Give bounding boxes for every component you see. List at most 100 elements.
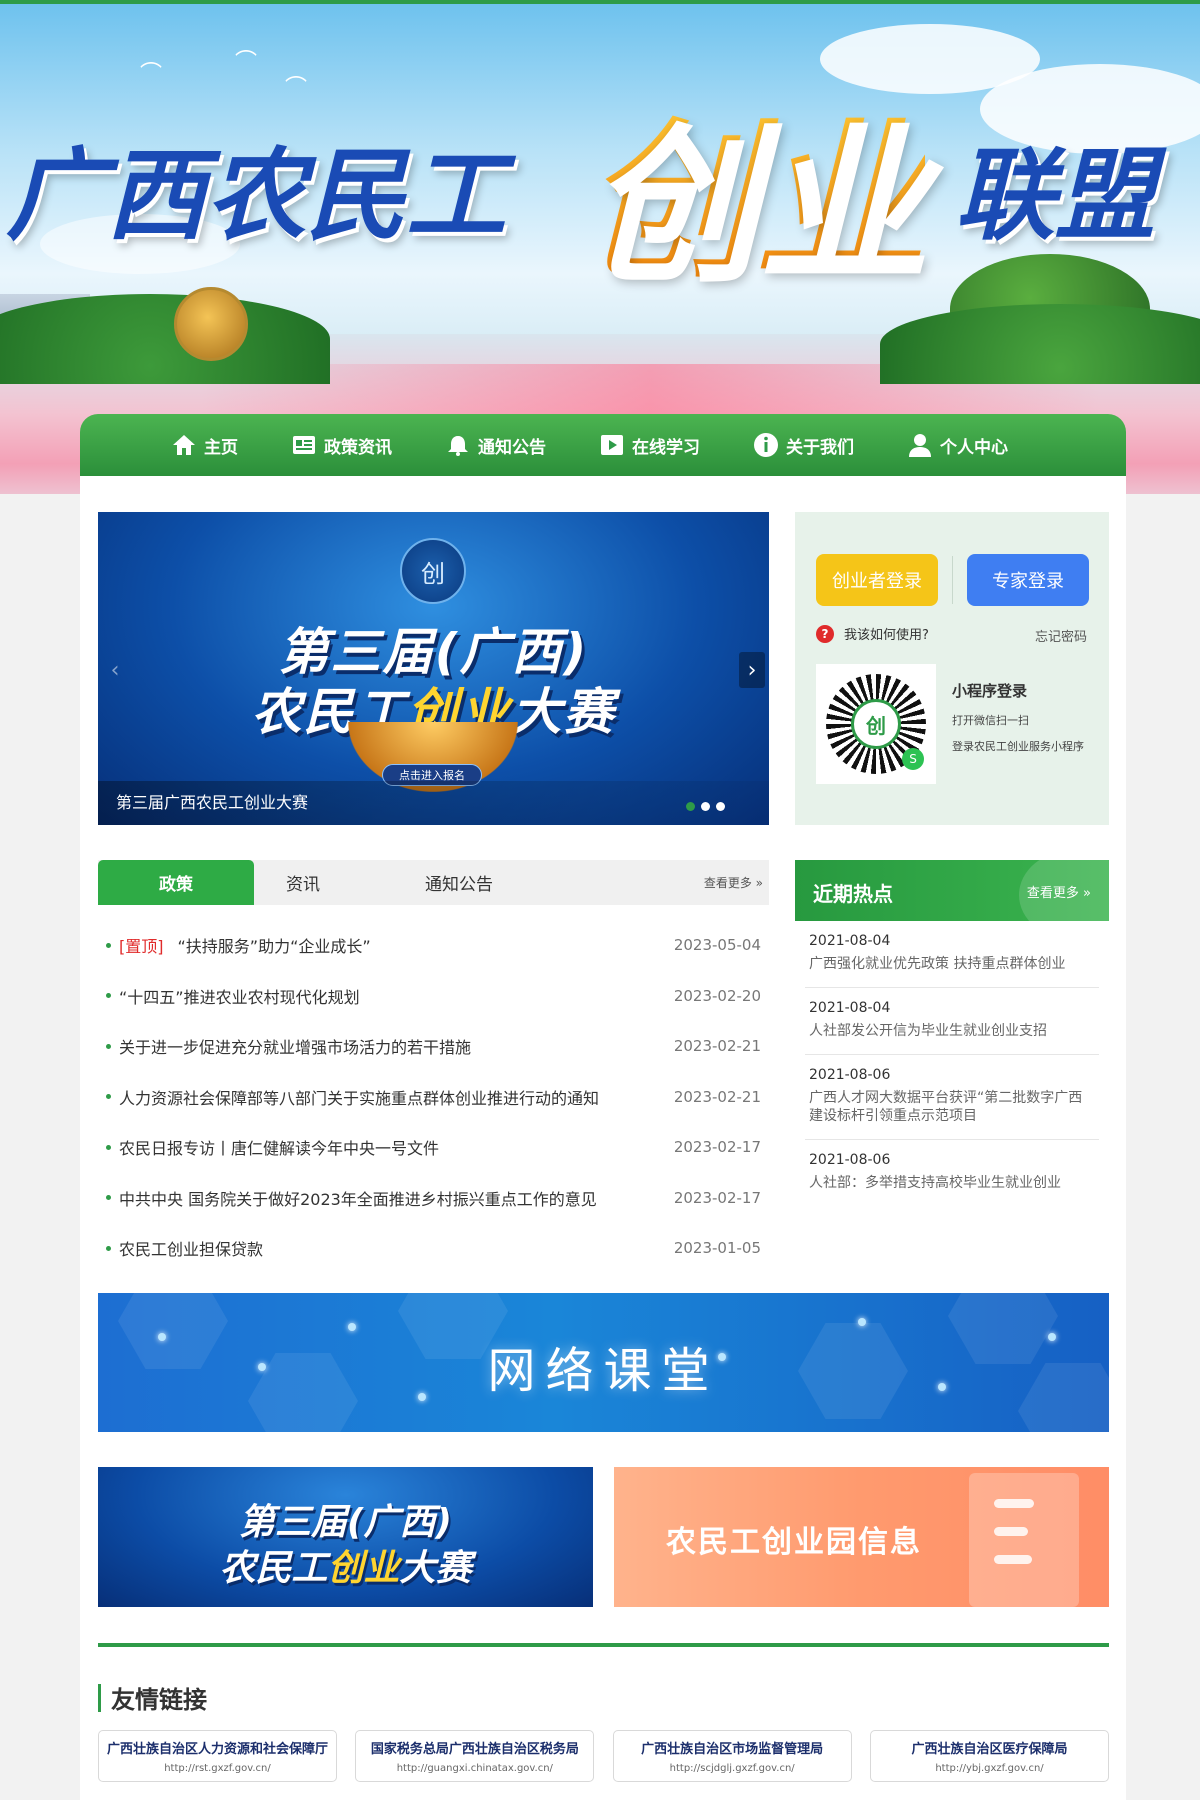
nav-label: 政策资讯	[324, 437, 392, 458]
news-title: “扶持服务”助力“企业成长”	[177, 937, 371, 957]
news-date: 2023-01-05	[673, 1239, 761, 1258]
friend-link-card[interactable]: 广西壮族自治区人力资源和社会保障厅 http://rst.gxzf.gov.cn…	[98, 1730, 337, 1782]
hot-title: 广西人才网大数据平台获评“第二批数字广西建设标杆引领重点示范项目	[809, 1090, 1083, 1124]
banner-title-highlight: 创业	[585, 64, 925, 310]
qr-logo-icon: 创	[851, 699, 901, 749]
login-panel: 创业者登录 专家登录 ? 我该如何使用? 忘记密码 创 S 小程序登录 打开微信…	[795, 512, 1109, 825]
carousel-dot[interactable]	[686, 802, 695, 811]
bullet-icon	[106, 1195, 111, 1201]
link-name: 国家税务总局广西壮族自治区税务局	[370, 1742, 579, 1757]
news-date: 2023-02-17	[673, 1188, 761, 1207]
document-line	[994, 1527, 1028, 1536]
list-item[interactable]: 2021-08-04 广西强化就业优先政策 扶持重点群体创业	[805, 921, 1099, 988]
nav-item-home[interactable]: 主页	[170, 431, 238, 459]
section-divider	[98, 1643, 1109, 1647]
nav-label: 关于我们	[786, 437, 854, 458]
friend-link-card[interactable]: 广西壮族自治区市场监督管理局 http://scjdglj.gxzf.gov.c…	[612, 1730, 852, 1782]
tab-notices[interactable]: 通知公告	[381, 860, 537, 905]
tab-news[interactable]: 资讯	[225, 860, 381, 905]
entrepreneurship-park-banner[interactable]: 农民工创业园信息	[614, 1467, 1109, 1607]
list-item[interactable]: “十四五”推进农业农村现代化规划 2023-02-20	[98, 971, 769, 1022]
document-icon	[969, 1473, 1079, 1607]
info-icon	[752, 431, 780, 459]
hot-topics-header: 近期热点 查看更多 »	[795, 860, 1109, 921]
carousel-dot[interactable]	[701, 802, 710, 811]
link-url: http://rst.gxzf.gov.cn/	[164, 1763, 271, 1774]
carousel-caption: 第三届广西农民工创业大赛	[116, 793, 309, 812]
nav-item-notices[interactable]: 通知公告	[444, 431, 546, 459]
news-date: 2023-02-21	[673, 1037, 761, 1056]
list-item[interactable]: 2021-08-04 人社部发公开信为毕业生就业创业支招	[805, 988, 1099, 1055]
link-url: http://scjdglj.gxzf.gov.cn/	[669, 1763, 795, 1774]
bullet-icon	[106, 1094, 111, 1100]
carousel-dot[interactable]	[716, 802, 725, 811]
news-title: 农民工创业担保贷款	[119, 1240, 264, 1260]
hot-date: 2021-08-06	[809, 1152, 891, 1168]
link-url: http://ybj.gxzf.gov.cn/	[935, 1763, 1044, 1774]
view-more-link[interactable]: 查看更多 »	[1027, 882, 1091, 901]
nav-item-policy-news[interactable]: 政策资讯	[290, 431, 392, 459]
contest-logo-icon: 创	[400, 538, 466, 604]
list-item[interactable]: 2021-08-06 人社部：多举措支持高校毕业生就业创业	[805, 1140, 1099, 1206]
news-date: 2023-02-17	[673, 1138, 761, 1157]
banner-title: 广西农民工 创业 联盟	[0, 84, 1200, 302]
banner-title-part-2: 联盟	[955, 136, 1155, 254]
nav-item-online-learning[interactable]: 在线学习	[598, 431, 700, 459]
hot-title: 人社部：多举措支持高校毕业生就业创业	[809, 1175, 1061, 1191]
divider	[952, 556, 953, 604]
list-item[interactable]: 2021-08-06 广西人才网大数据平台获评“第二批数字广西建设标杆引领重点示…	[805, 1055, 1099, 1140]
carousel-prev-arrow-icon[interactable]: ‹	[102, 652, 128, 688]
miniprogram-qr-code: 创 S	[816, 664, 936, 784]
news-list: [置顶] “扶持服务”助力“企业成长” 2023-05-04 “十四五”推进农业…	[98, 920, 769, 1274]
news-tabs: 政策 资讯 通知公告 查看更多 »	[98, 860, 769, 905]
hero-carousel[interactable]: 创 第三届(广西) 农民工创业大赛 点击进入报名 第三届广西农民工创业大赛 ‹ …	[98, 512, 769, 825]
bullet-icon	[106, 1245, 111, 1251]
help-link[interactable]: ? 我该如何使用?	[816, 624, 929, 643]
heading-accent	[98, 1683, 101, 1712]
miniprogram-instruction: 打开微信扫一扫	[952, 714, 1029, 727]
forgot-password-link[interactable]: 忘记密码	[1035, 626, 1087, 645]
bird-icon: ⌒	[235, 50, 258, 75]
nav-item-user-center[interactable]: 个人中心	[906, 431, 1008, 459]
classroom-title: 网络课堂	[487, 1343, 720, 1399]
friend-links-heading: 友情链接	[98, 1680, 207, 1715]
news-title: 农民日报专访丨唐仁健解读今年中央一号文件	[119, 1139, 440, 1159]
network-node	[348, 1323, 356, 1331]
friend-link-card[interactable]: 国家税务总局广西壮族自治区税务局 http://guangxi.chinatax…	[355, 1730, 595, 1782]
online-classroom-banner[interactable]: 网络课堂	[98, 1293, 1109, 1432]
hot-date: 2021-08-04	[809, 933, 891, 949]
bullet-icon	[106, 1043, 111, 1049]
play-icon	[598, 431, 626, 459]
news-date: 2023-05-04	[673, 936, 761, 955]
contest-heading-line2: 农民工创业大赛	[219, 1548, 472, 1589]
nav-label: 个人中心	[940, 437, 1008, 458]
list-item[interactable]: 农民日报专访丨唐仁健解读今年中央一号文件 2023-02-17	[98, 1122, 769, 1173]
hot-topics-list: 2021-08-04 广西强化就业优先政策 扶持重点群体创业 2021-08-0…	[795, 921, 1109, 1206]
friend-link-card[interactable]: 广西壮族自治区医疗保障局 http://ybj.gxzf.gov.cn/	[869, 1730, 1109, 1782]
trees-graphic	[880, 304, 1200, 384]
list-item[interactable]: [置顶] “扶持服务”助力“企业成长” 2023-05-04	[98, 920, 769, 971]
contest-banner[interactable]: 第三届(广西) 农民工创业大赛	[98, 1467, 593, 1607]
bullet-icon	[106, 993, 111, 999]
link-name: 广西壮族自治区医疗保障局	[911, 1742, 1068, 1757]
link-name: 广西壮族自治区市场监督管理局	[641, 1742, 824, 1757]
carousel-next-arrow-icon[interactable]: ›	[739, 652, 765, 688]
document-line	[994, 1555, 1032, 1564]
hot-title: 人社部发公开信为毕业生就业创业支招	[809, 1023, 1047, 1039]
list-item[interactable]: 中共中央 国务院关于做好2023年全面推进乡村振兴重点工作的意见 2023-02…	[98, 1173, 769, 1224]
list-item[interactable]: 人力资源社会保障部等八部门关于实施重点群体创业推进行动的通知 2023-02-2…	[98, 1072, 769, 1123]
nav-label: 在线学习	[632, 437, 700, 458]
news-date: 2023-02-21	[673, 1087, 761, 1106]
hot-title: 广西强化就业优先政策 扶持重点群体创业	[809, 956, 1066, 972]
hot-topics-title: 近期热点	[813, 882, 893, 906]
view-more-link[interactable]: 查看更多 »	[704, 874, 763, 891]
entrepreneur-login-button[interactable]: 创业者登录	[816, 554, 938, 606]
list-item[interactable]: 关于进一步促进充分就业增强市场活力的若干措施 2023-02-21	[98, 1021, 769, 1072]
nav-item-about[interactable]: 关于我们	[752, 431, 854, 459]
expert-login-button[interactable]: 专家登录	[967, 554, 1089, 606]
list-item[interactable]: 农民工创业担保贷款 2023-01-05	[98, 1223, 769, 1274]
question-icon: ?	[816, 624, 834, 643]
news-title: “十四五”推进农业农村现代化规划	[119, 987, 360, 1007]
link-url: http://guangxi.chinatax.gov.cn/	[396, 1763, 553, 1774]
news-title: 关于进一步促进充分就业增强市场活力的若干措施	[119, 1038, 472, 1058]
